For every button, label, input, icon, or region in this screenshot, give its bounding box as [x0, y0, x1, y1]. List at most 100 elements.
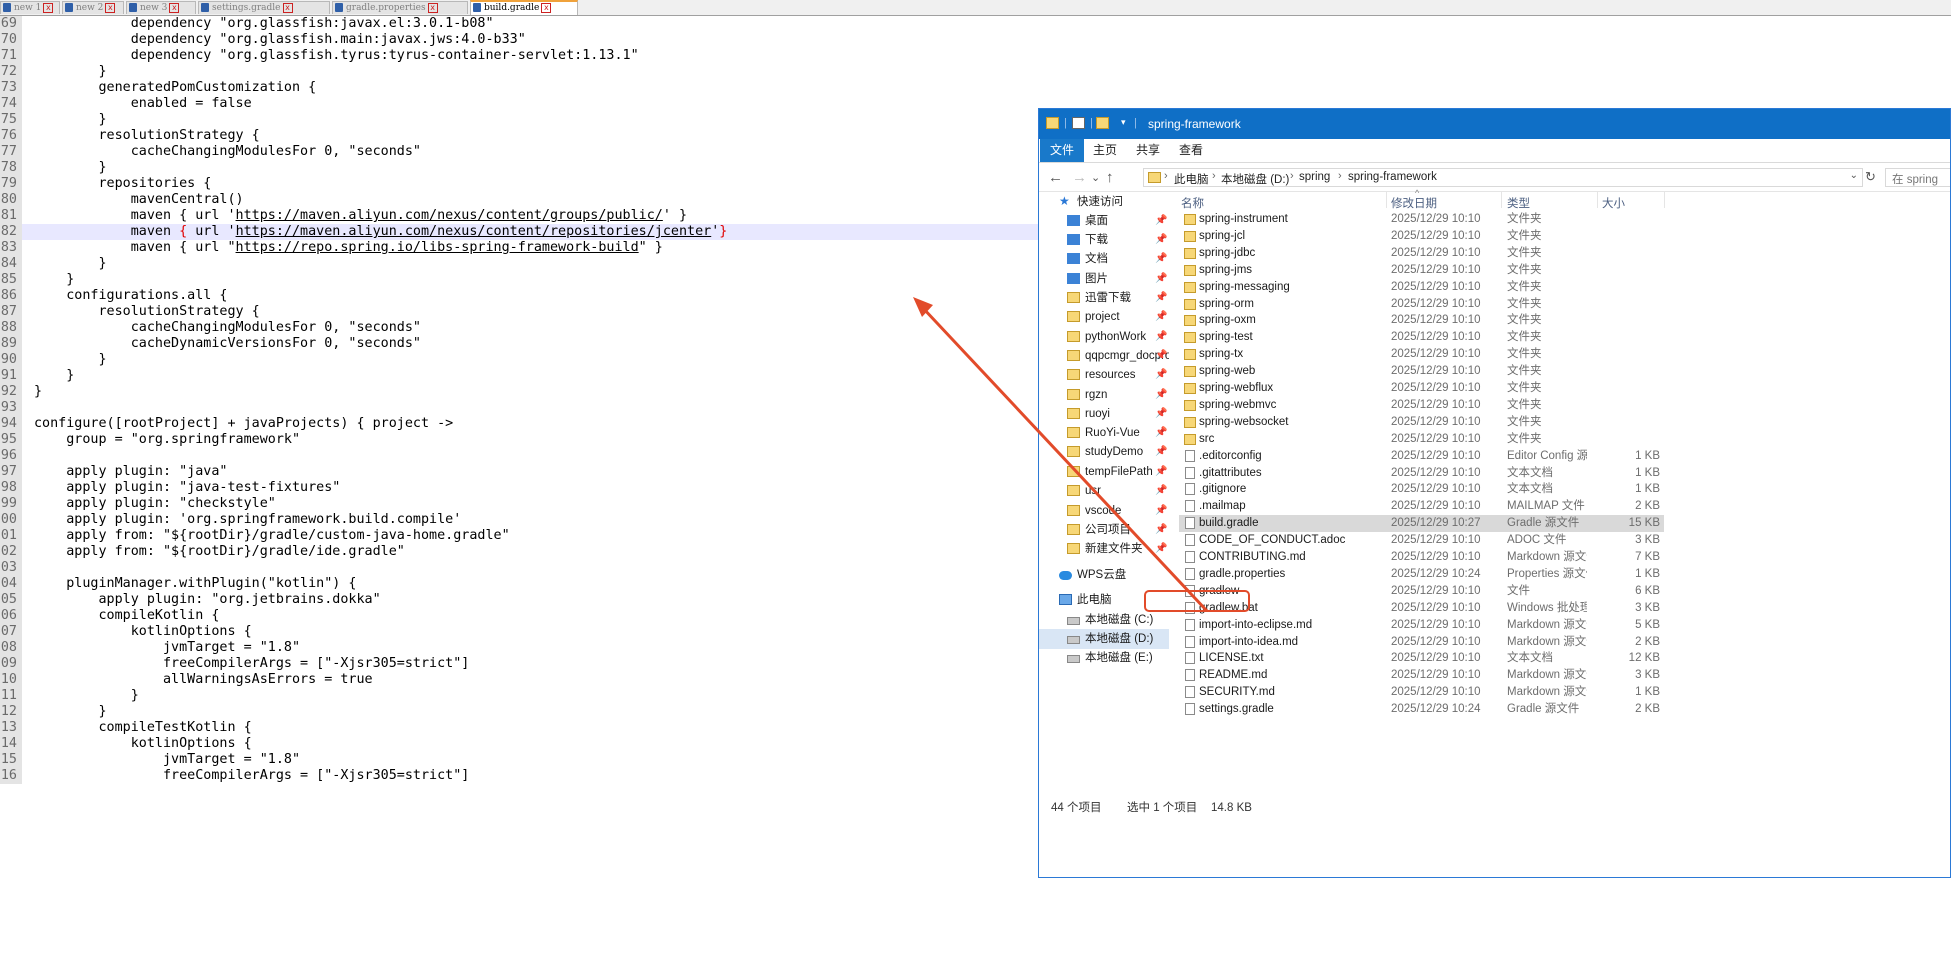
search-input[interactable]: 在 spring	[1885, 168, 1950, 187]
editor-tab[interactable]: new 2x	[62, 1, 124, 14]
column-date[interactable]: 修改日期	[1391, 195, 1437, 211]
column-name[interactable]: 名称	[1181, 195, 1204, 211]
file-row[interactable]: spring-webflux 2025/12/29 10:10 文件夹	[1179, 380, 1664, 397]
up-arrow-icon[interactable]: ↑	[1106, 169, 1114, 187]
nav-item[interactable]: 公司项目 📌	[1039, 520, 1169, 540]
refresh-icon[interactable]: ↻	[1865, 169, 1876, 185]
quick-access-dropdown-icon[interactable]: ▾	[1121, 117, 1126, 128]
column-divider[interactable]	[1501, 192, 1502, 208]
file-row[interactable]: spring-webmvc 2025/12/29 10:10 文件夹	[1179, 397, 1664, 414]
nav-item[interactable]: pythonWork 📌	[1039, 327, 1169, 347]
file-row[interactable]: src 2025/12/29 10:10 文件夹	[1179, 431, 1664, 448]
close-icon[interactable]: x	[282, 2, 293, 13]
breadcrumb-item[interactable]: 此电脑	[1174, 171, 1209, 187]
breadcrumb-chevron-icon[interactable]: ›	[1338, 170, 1342, 182]
column-size[interactable]: 大小	[1602, 195, 1625, 211]
column-divider[interactable]	[1664, 192, 1665, 208]
file-row[interactable]: spring-orm 2025/12/29 10:10 文件夹	[1179, 296, 1664, 313]
nav-item[interactable]: ruoyi 📌	[1039, 404, 1169, 424]
breadcrumb-item[interactable]: spring-framework	[1348, 171, 1437, 183]
nav-item[interactable]: WPS云盘	[1039, 565, 1169, 585]
nav-item[interactable]: RuoYi-Vue 📌	[1039, 423, 1169, 443]
file-row[interactable]: settings.gradle 2025/12/29 10:24 Gradle 源文…	[1179, 701, 1664, 718]
file-row[interactable]: build.gradle 2025/12/29 10:27 Gradle 源文件 15…	[1179, 515, 1664, 533]
file-row[interactable]: spring-jdbc 2025/12/29 10:10 文件夹	[1179, 245, 1664, 262]
column-divider[interactable]	[1597, 192, 1598, 208]
breadcrumb-chevron-icon[interactable]: ›	[1164, 170, 1168, 182]
file-row[interactable]: gradlew 2025/12/29 10:10 文件 6 KB	[1179, 583, 1664, 600]
nav-item[interactable]: vscode 📌	[1039, 501, 1169, 521]
file-row[interactable]: gradle.properties 2025/12/29 10:24 Propert…	[1179, 566, 1664, 583]
close-icon[interactable]: x	[427, 2, 438, 13]
column-type[interactable]: 类型	[1507, 195, 1530, 211]
breadcrumb-item[interactable]: 本地磁盘 (D:)	[1221, 171, 1289, 187]
file-row[interactable]: import-into-eclipse.md 2025/12/29 10:10 Ma…	[1179, 617, 1664, 634]
nav-item[interactable]: 本地磁盘 (D:)	[1039, 629, 1169, 649]
file-row[interactable]: spring-test 2025/12/29 10:10 文件夹	[1179, 329, 1664, 346]
file-row[interactable]: .mailmap 2025/12/29 10:10 MAILMAP 文件 2 KB	[1179, 498, 1664, 515]
nav-item[interactable]: rgzn 📌	[1039, 385, 1169, 405]
nav-item[interactable]: 下载 📌	[1039, 230, 1169, 250]
file-row[interactable]: SECURITY.md 2025/12/29 10:10 Markdown 源文件 1…	[1179, 684, 1664, 701]
explorer-title-bar[interactable]: | | ▾ | spring-framework	[1039, 109, 1950, 139]
editor-tab[interactable]: settings.gradle x	[198, 1, 330, 14]
nav-item[interactable]: usr 📌	[1039, 481, 1169, 501]
editor-tab[interactable]: new 1x	[0, 1, 60, 14]
close-icon[interactable]: x	[105, 2, 116, 13]
nav-item[interactable]: qqpcmgr_docpro 📌	[1039, 346, 1169, 366]
close-icon[interactable]: x	[541, 2, 552, 13]
new-folder-icon[interactable]	[1096, 117, 1109, 129]
close-icon[interactable]: x	[43, 2, 54, 13]
nav-item[interactable]: studyDemo 📌	[1039, 442, 1169, 462]
close-icon[interactable]: x	[169, 2, 180, 13]
file-row[interactable]: README.md 2025/12/29 10:10 Markdown 源文件 3 K…	[1179, 667, 1664, 684]
nav-item[interactable]: 本地磁盘 (C:)	[1039, 610, 1169, 630]
properties-icon[interactable]	[1072, 117, 1085, 129]
recent-locations-icon[interactable]: ⌄	[1091, 169, 1100, 187]
editor-tab[interactable]: build.gradle x	[470, 0, 578, 15]
file-row[interactable]: spring-websocket 2025/12/29 10:10 文件夹	[1179, 414, 1664, 431]
editor-tab[interactable]: gradle.properties x	[332, 1, 468, 14]
ribbon-tab[interactable]: 查看	[1169, 139, 1213, 162]
editor-tab[interactable]: new 3x	[126, 1, 196, 14]
nav-item[interactable]: 图片 📌	[1039, 269, 1169, 289]
file-row[interactable]: import-into-idea.md 2025/12/29 10:10 Markd…	[1179, 634, 1664, 651]
breadcrumb-chevron-icon[interactable]: ›	[1212, 170, 1216, 182]
nav-item[interactable]: 新建文件夹 📌	[1039, 539, 1169, 559]
file-row[interactable]: spring-tx 2025/12/29 10:10 文件夹	[1179, 346, 1664, 363]
back-arrow-icon[interactable]: ←	[1048, 169, 1063, 187]
nav-item[interactable]: 桌面 📌	[1039, 211, 1169, 231]
file-row[interactable]: CODE_OF_CONDUCT.adoc 2025/12/29 10:10 ADOC…	[1179, 532, 1664, 549]
url-link[interactable]: https://maven.aliyun.com/nexus/content/r…	[236, 224, 712, 239]
file-row[interactable]: spring-web 2025/12/29 10:10 文件夹	[1179, 363, 1664, 380]
file-row[interactable]: CONTRIBUTING.md 2025/12/29 10:10 Markdown …	[1179, 549, 1664, 566]
nav-item[interactable]: 本地磁盘 (E:)	[1039, 648, 1169, 668]
url-link[interactable]: https://maven.aliyun.com/nexus/content/g…	[236, 208, 663, 223]
forward-arrow-icon[interactable]: →	[1072, 169, 1087, 187]
file-row[interactable]: spring-oxm 2025/12/29 10:10 文件夹	[1179, 312, 1664, 329]
file-row[interactable]: gradlew.bat2025/12/29 10:10Windows 批处理..…	[1179, 600, 1664, 617]
file-row[interactable]: LICENSE.txt 2025/12/29 10:10 文本文档 12 KB	[1179, 650, 1664, 667]
nav-item[interactable]: ★ 快速访问	[1039, 192, 1169, 212]
nav-item[interactable]: tempFilePath 📌	[1039, 462, 1169, 482]
column-divider[interactable]	[1386, 192, 1387, 208]
file-row[interactable]: spring-messaging 2025/12/29 10:10 文件夹	[1179, 279, 1664, 296]
breadcrumb-chevron-icon[interactable]: ›	[1290, 170, 1294, 182]
file-row[interactable]: .gitattributes 2025/12/29 10:10 文本文档 1 KB	[1179, 465, 1664, 482]
url-link[interactable]: https://repo.spring.io/libs-spring-frame…	[236, 240, 639, 255]
file-row[interactable]: spring-jcl 2025/12/29 10:10 文件夹	[1179, 228, 1664, 245]
ribbon-tab[interactable]: 共享	[1126, 139, 1170, 162]
nav-item[interactable]: project 📌	[1039, 307, 1169, 327]
ribbon-tab[interactable]: 主页	[1083, 139, 1127, 162]
nav-item[interactable]: 迅雷下载 📌	[1039, 288, 1169, 308]
address-bar[interactable]: › 此电脑 › 本地磁盘 (D:) › spring › spring-framework ⌄	[1143, 168, 1863, 187]
nav-item[interactable]: 文档 📌	[1039, 249, 1169, 269]
breadcrumb-item[interactable]: spring	[1299, 171, 1330, 183]
address-dropdown-icon[interactable]: ⌄	[1850, 170, 1858, 181]
file-row[interactable]: spring-instrument 2025/12/29 10:10 文件夹	[1179, 211, 1664, 228]
nav-item[interactable]: resources 📌	[1039, 365, 1169, 385]
file-row[interactable]: spring-jms 2025/12/29 10:10 文件夹	[1179, 262, 1664, 279]
file-row[interactable]: .gitignore 2025/12/29 10:10 文本文档 1 KB	[1179, 481, 1664, 498]
file-row[interactable]: .editorconfig 2025/12/29 10:10 Editor Conf…	[1179, 448, 1664, 465]
ribbon-tab[interactable]: 文件	[1040, 139, 1085, 162]
